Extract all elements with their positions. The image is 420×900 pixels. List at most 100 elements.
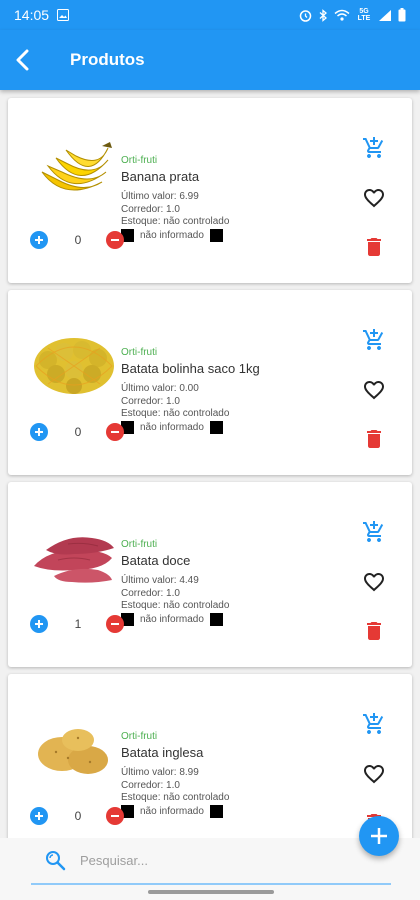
quantity-value: 1 (74, 617, 82, 631)
decrement-button[interactable] (106, 231, 124, 249)
add-to-cart-button[interactable] (360, 326, 388, 354)
color-swatch (209, 229, 223, 242)
product-card[interactable]: Orti-fruti Batata bolinha saco 1kg Últim… (8, 290, 412, 475)
decrement-button[interactable] (106, 615, 124, 633)
color-swatch (209, 613, 223, 626)
gallery-icon (57, 9, 70, 21)
minus-circle-icon (111, 623, 119, 625)
bluetooth-icon (319, 8, 327, 22)
favorite-button[interactable] (360, 376, 388, 404)
quantity-value: 0 (74, 809, 82, 823)
product-category: Orti-fruti (121, 155, 158, 166)
increment-button[interactable] (30, 807, 48, 825)
product-last-value: Último valor: 0.00 (121, 383, 199, 394)
product-category: Orti-fruti (121, 539, 158, 550)
product-stock: Estoque: não controlado (121, 600, 230, 611)
plus-icon (371, 828, 387, 844)
heart-outline-icon (364, 189, 384, 208)
product-tag: não informado (140, 806, 204, 817)
status-bar: 14:05 5G LTE (0, 0, 420, 30)
add-shopping-cart-icon (363, 713, 384, 734)
product-name: Batata doce (121, 553, 191, 568)
search-input[interactable] (78, 846, 372, 874)
product-tag-row: não informado (121, 805, 223, 818)
alarm-icon (299, 9, 312, 22)
back-button[interactable] (0, 30, 48, 90)
quantity-value: 0 (74, 233, 82, 247)
trash-icon (367, 430, 381, 448)
minus-circle-icon (111, 431, 119, 433)
network-type: 5G LTE (357, 8, 371, 22)
product-tag-row: não informado (121, 613, 223, 626)
heart-outline-icon (364, 573, 384, 592)
plus-circle-icon (35, 812, 43, 820)
add-product-fab[interactable] (359, 816, 399, 856)
sweet-potato-image (34, 537, 114, 583)
plus-circle-icon (35, 620, 43, 628)
minus-circle-icon (111, 239, 119, 241)
product-corridor: Corredor: 1.0 (121, 588, 180, 599)
add-to-cart-button[interactable] (360, 134, 388, 162)
chevron-left-icon (16, 49, 29, 71)
product-stock: Estoque: não controlado (121, 792, 230, 803)
product-tag: não informado (140, 422, 204, 433)
delete-button[interactable] (360, 617, 388, 645)
product-card[interactable]: Orti-fruti Batata inglesa Último valor: … (8, 674, 412, 838)
gesture-handle[interactable] (148, 890, 274, 894)
product-category: Orti-fruti (121, 731, 158, 742)
battery-icon (398, 8, 406, 22)
add-shopping-cart-icon (363, 521, 384, 542)
color-swatch (209, 421, 223, 434)
trash-icon (367, 622, 381, 640)
increment-button[interactable] (30, 423, 48, 441)
product-category: Orti-fruti (121, 347, 158, 358)
favorite-button[interactable] (360, 760, 388, 788)
product-corridor: Corredor: 1.0 (121, 780, 180, 791)
trash-icon (367, 238, 381, 256)
product-name: Batata inglesa (121, 745, 204, 760)
potato-bag-image (34, 338, 114, 394)
delete-button[interactable] (360, 425, 388, 453)
add-shopping-cart-icon (363, 137, 384, 158)
heart-outline-icon (364, 381, 384, 400)
increment-button[interactable] (30, 231, 48, 249)
quantity-value: 0 (74, 425, 82, 439)
plus-circle-icon (35, 236, 43, 244)
decrement-button[interactable] (106, 423, 124, 441)
add-shopping-cart-icon (363, 329, 384, 350)
plus-circle-icon (35, 428, 43, 436)
product-name: Banana prata (121, 169, 200, 184)
favorite-button[interactable] (360, 568, 388, 596)
product-card[interactable]: Orti-fruti Batata doce Último valor: 4.4… (8, 482, 412, 667)
product-tag: não informado (140, 614, 204, 625)
product-tag-row: não informado (121, 421, 223, 434)
color-swatch (209, 805, 223, 818)
decrement-button[interactable] (106, 807, 124, 825)
wifi-icon (334, 9, 350, 21)
product-name: Batata bolinha saco 1kg (121, 361, 260, 376)
quantity-stepper: 1 (28, 615, 124, 635)
page-title: Produtos (70, 50, 145, 69)
product-last-value: Último valor: 4.49 (121, 575, 199, 586)
product-corridor: Corredor: 1.0 (121, 396, 180, 407)
heart-outline-icon (364, 765, 384, 784)
add-to-cart-button[interactable] (360, 710, 388, 738)
banana-image (41, 142, 112, 191)
minus-circle-icon (111, 815, 119, 817)
delete-button[interactable] (360, 233, 388, 261)
product-tag: não informado (140, 230, 204, 241)
status-time: 14:05 (14, 7, 50, 23)
product-list[interactable]: Orti-fruti Banana prata Último valor: 6.… (0, 90, 420, 838)
search-refresh-icon[interactable] (44, 849, 66, 871)
increment-button[interactable] (30, 615, 48, 633)
add-to-cart-button[interactable] (360, 518, 388, 546)
product-stock: Estoque: não controlado (121, 216, 230, 227)
search-underline (31, 883, 391, 885)
quantity-stepper: 0 (28, 423, 124, 443)
quantity-stepper: 0 (28, 807, 124, 827)
favorite-button[interactable] (360, 184, 388, 212)
product-card[interactable]: Orti-fruti Banana prata Último valor: 6.… (8, 98, 412, 283)
product-stock: Estoque: não controlado (121, 408, 230, 419)
product-last-value: Último valor: 6.99 (121, 191, 199, 202)
product-corridor: Corredor: 1.0 (121, 204, 180, 215)
